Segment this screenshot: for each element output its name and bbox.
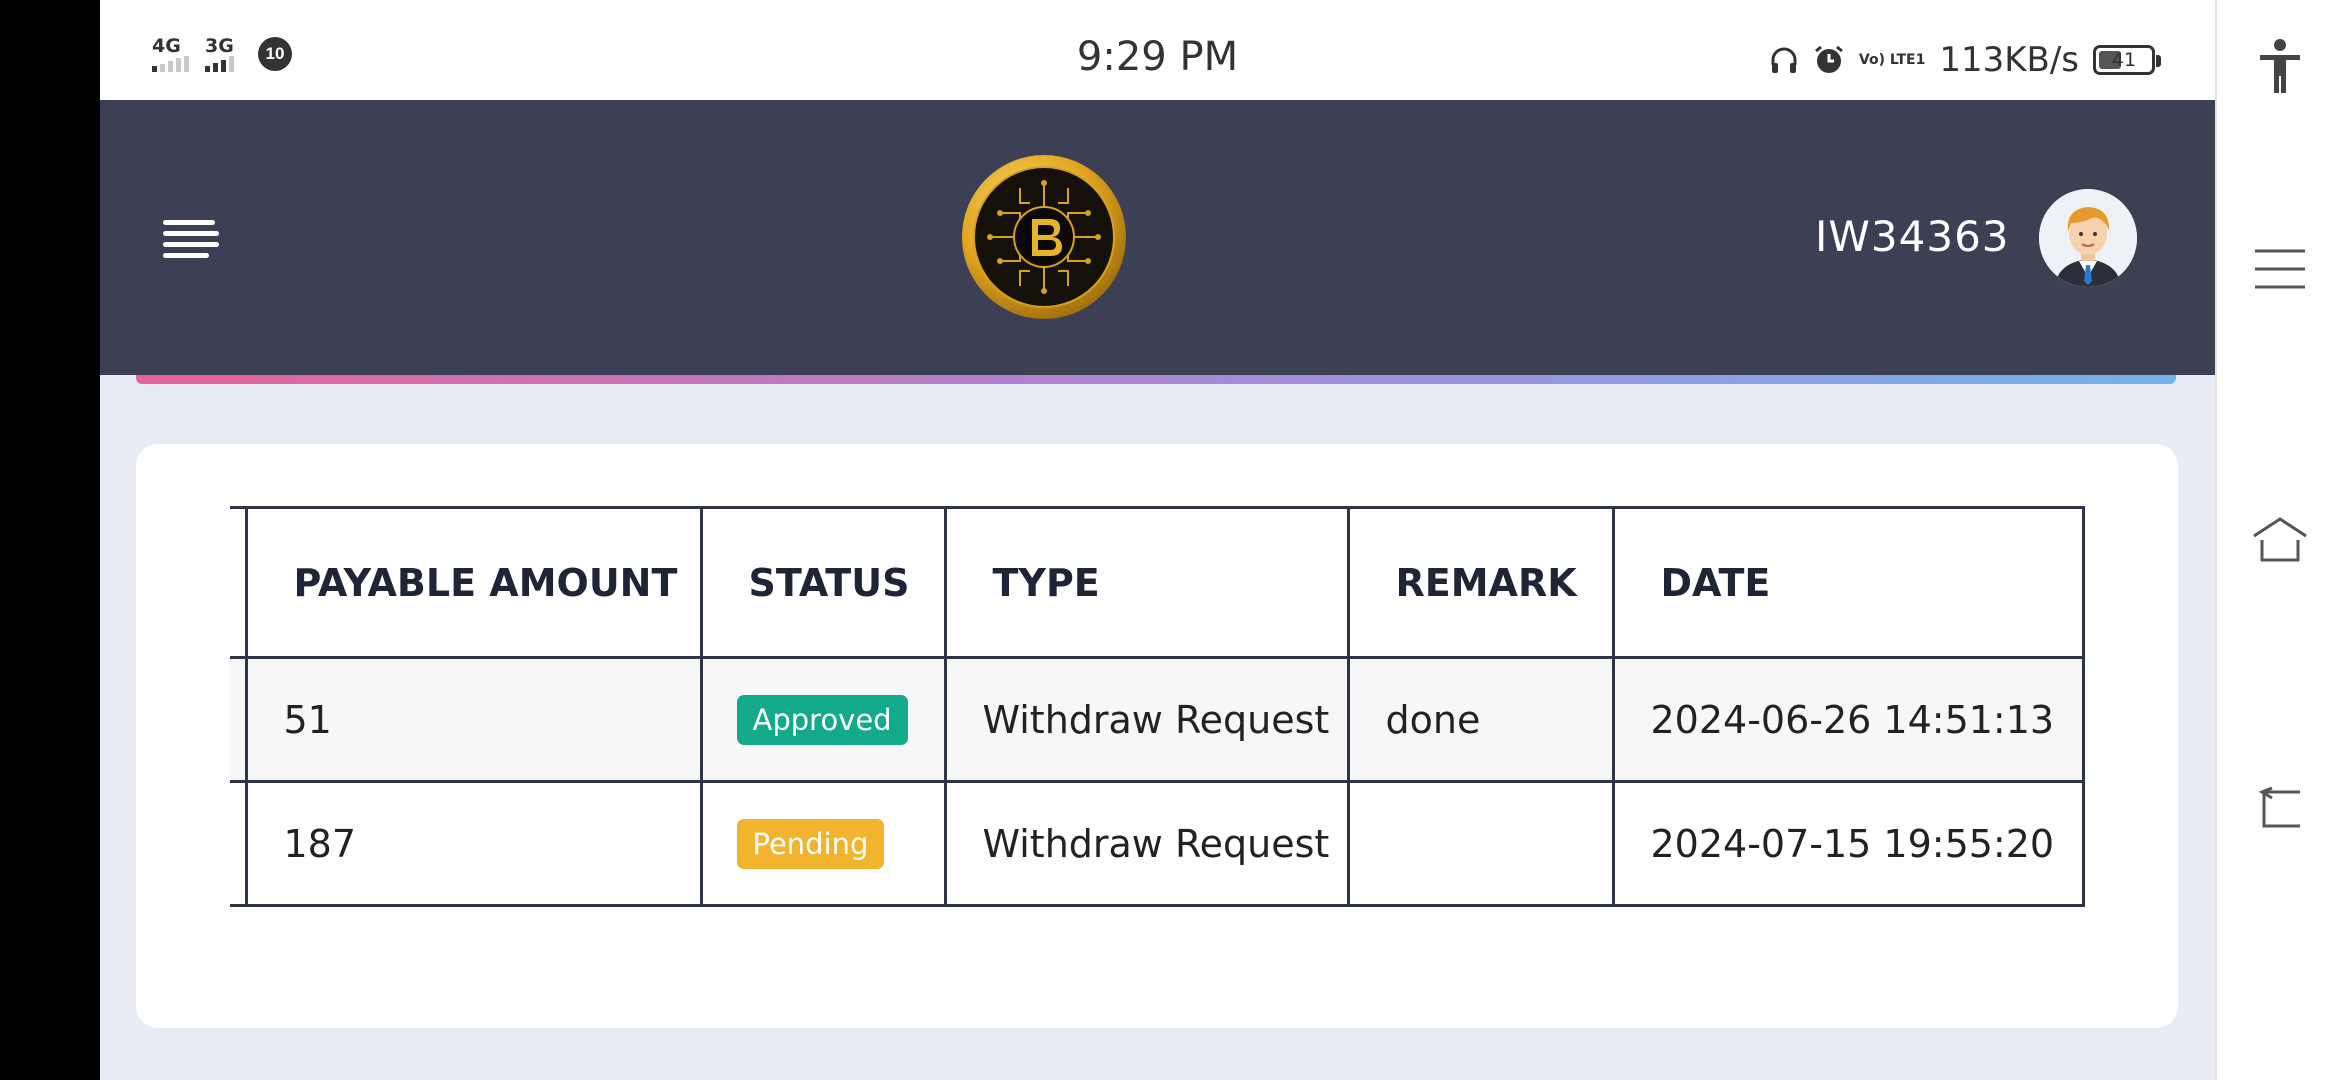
- menu-lines-icon[interactable]: [2251, 240, 2309, 298]
- alarm-icon: [1814, 45, 1843, 73]
- column-header-date[interactable]: DATE: [1611, 506, 2085, 659]
- cell-type: Withdraw Request: [943, 780, 1350, 907]
- status-badge: Pending: [736, 818, 885, 869]
- table-scroll-stub: [230, 506, 248, 659]
- cell-remark: [1346, 780, 1615, 907]
- transactions-table: PAYABLE AMOUNT STATUS TYPE REMARK DATE 5…: [230, 506, 2085, 907]
- cell-type: Withdraw Request: [943, 656, 1350, 783]
- cell-date: 2024-06-26 14:51:13: [1611, 656, 2085, 783]
- column-header-payable-amount[interactable]: PAYABLE AMOUNT: [244, 506, 703, 659]
- back-icon[interactable]: [2251, 780, 2309, 838]
- user-avatar[interactable]: [2039, 189, 2137, 287]
- content-card: PAYABLE AMOUNT STATUS TYPE REMARK DATE 5…: [136, 444, 2178, 1028]
- bitcoin-coin-logo: [962, 155, 1126, 319]
- table-row: 51 Approved Withdraw Request done 2024-0…: [230, 656, 2085, 783]
- user-id: IW34363: [1815, 212, 2010, 261]
- cell-status: Pending: [699, 780, 947, 907]
- table-header-row: PAYABLE AMOUNT STATUS TYPE REMARK DATE: [230, 506, 2085, 659]
- status-badge: Approved: [736, 694, 908, 745]
- battery-level: 41: [2111, 49, 2137, 71]
- column-header-status[interactable]: STATUS: [699, 506, 947, 659]
- system-nav-bar: [2215, 0, 2340, 1080]
- cell-date: 2024-07-15 19:55:20: [1611, 780, 2085, 907]
- cell-remark: done: [1346, 656, 1615, 783]
- table-row: 187 Pending Withdraw Request 2024-07-15 …: [230, 780, 2085, 907]
- app-header: IW34363: [100, 100, 2215, 375]
- left-black-bar: [0, 0, 100, 1080]
- cell-amount: 51: [244, 656, 703, 783]
- accessibility-icon[interactable]: [2251, 38, 2309, 96]
- status-bar: 4G 3G 10 9:29 PM Vo) LTE1 113KB/s 41: [100, 0, 2215, 100]
- table-scroll-stub: [230, 780, 248, 907]
- cell-amount: 187: [244, 780, 703, 907]
- home-icon[interactable]: [2251, 510, 2309, 568]
- table-scroll-stub: [230, 656, 248, 783]
- header-accent-line: [136, 375, 2176, 384]
- column-header-type[interactable]: TYPE: [943, 506, 1350, 659]
- battery-icon: 41: [2093, 45, 2161, 75]
- avatar-illustration: [2039, 189, 2137, 287]
- hamburger-menu-icon[interactable]: [163, 220, 219, 260]
- cell-status: Approved: [699, 656, 947, 783]
- column-header-remark[interactable]: REMARK: [1346, 506, 1615, 659]
- volte-indicator: Vo) LTE1: [1858, 52, 1926, 68]
- net-speed: 113KB/s: [1939, 40, 2079, 80]
- headphones-icon: [1771, 47, 1797, 73]
- status-right-group: Vo) LTE1 113KB/s 41: [1769, 40, 2161, 80]
